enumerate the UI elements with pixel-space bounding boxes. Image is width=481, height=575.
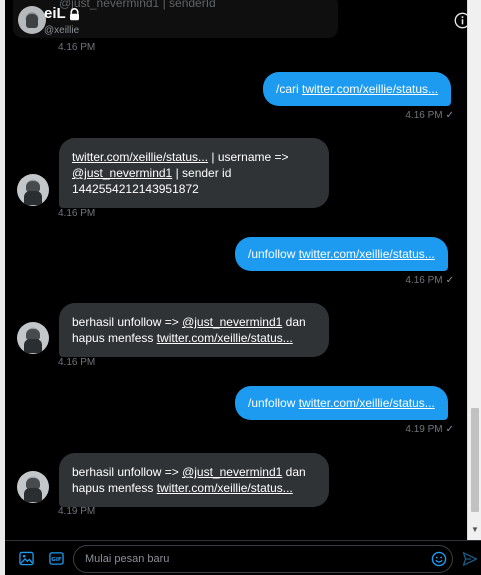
message-time: 4.16 PM bbox=[58, 208, 96, 219]
incoming-message[interactable]: berhasil unfollow => @just_nevermind1 da… bbox=[59, 453, 329, 507]
message-time: 4.19 PM ✓ bbox=[405, 424, 454, 435]
mention-link[interactable]: @just_nevermind1 bbox=[182, 465, 282, 479]
message-input[interactable]: Mulai pesan baru bbox=[73, 545, 453, 573]
message-link[interactable]: twitter.com/xeillie/status... bbox=[302, 82, 438, 96]
window-edge bbox=[0, 0, 5, 575]
header-avatar[interactable] bbox=[18, 6, 46, 34]
sender-avatar[interactable] bbox=[17, 322, 49, 354]
message-text: /cari bbox=[276, 82, 303, 96]
outgoing-message[interactable]: /cari twitter.com/xeillie/status... bbox=[263, 72, 452, 106]
message-text: 1442554212143951872 bbox=[72, 182, 199, 196]
read-check-icon: ✓ bbox=[445, 110, 454, 121]
svg-text:GIF: GIF bbox=[51, 557, 62, 563]
message-time: 4.16 PM ✓ bbox=[405, 275, 454, 286]
message-link[interactable]: twitter.com/xeillie/status... bbox=[299, 396, 435, 410]
message-time: 4.16 PM bbox=[58, 357, 96, 368]
conversation-handle[interactable]: @xeillie bbox=[44, 25, 79, 36]
incoming-message[interactable]: berhasil unfollow => @just_nevermind1 da… bbox=[59, 303, 329, 357]
outgoing-message[interactable]: /unfollow twitter.com/xeillie/status... bbox=[235, 386, 448, 420]
outgoing-message[interactable]: /unfollow twitter.com/xeillie/status... bbox=[235, 237, 448, 271]
message-link[interactable]: twitter.com/xeillie/status... bbox=[299, 247, 435, 261]
image-icon[interactable] bbox=[19, 551, 34, 566]
message-text: /unfollow bbox=[248, 396, 299, 410]
message-link[interactable]: twitter.com/xeillie/status... bbox=[72, 150, 208, 164]
lock-icon bbox=[70, 8, 79, 21]
incoming-message[interactable]: twitter.com/xeillie/status... | username… bbox=[59, 138, 329, 208]
gif-icon[interactable]: GIF bbox=[49, 551, 64, 566]
message-time: 4.19 PM bbox=[58, 506, 96, 517]
previous-message-text: @just_nevermind1 | senderId bbox=[59, 0, 216, 10]
message-time: 4.16 PM ✓ bbox=[405, 110, 454, 121]
sender-avatar[interactable] bbox=[17, 174, 49, 206]
read-check-icon: ✓ bbox=[445, 275, 454, 286]
message-link[interactable]: twitter.com/xeillie/status... bbox=[157, 481, 293, 495]
emoji-icon[interactable] bbox=[431, 551, 447, 567]
conversation-header: @just_nevermind1 | senderId eiL @xeillie bbox=[5, 0, 471, 42]
read-check-icon: ✓ bbox=[445, 424, 454, 435]
message-input-placeholder: Mulai pesan baru bbox=[85, 553, 170, 565]
mention-link[interactable]: @just_nevermind1 bbox=[72, 166, 172, 180]
send-icon[interactable] bbox=[462, 551, 478, 567]
sender-avatar[interactable] bbox=[17, 471, 49, 503]
scroll-down-icon[interactable]: ▼ bbox=[471, 526, 479, 534]
message-text: /unfollow bbox=[248, 247, 299, 261]
message-link[interactable]: twitter.com/xeillie/status... bbox=[157, 331, 293, 345]
conversation-name[interactable]: eiL bbox=[44, 5, 66, 22]
scrollbar-thumb[interactable] bbox=[471, 408, 479, 512]
mention-link[interactable]: @just_nevermind1 bbox=[182, 315, 282, 329]
scrollbar[interactable]: ▼ bbox=[467, 0, 481, 540]
message-time: 4.16 PM bbox=[58, 42, 96, 53]
dm-conversation: @just_nevermind1 | senderId eiL @xeillie… bbox=[0, 0, 481, 575]
message-composer: GIF Mulai pesan baru bbox=[5, 540, 481, 575]
